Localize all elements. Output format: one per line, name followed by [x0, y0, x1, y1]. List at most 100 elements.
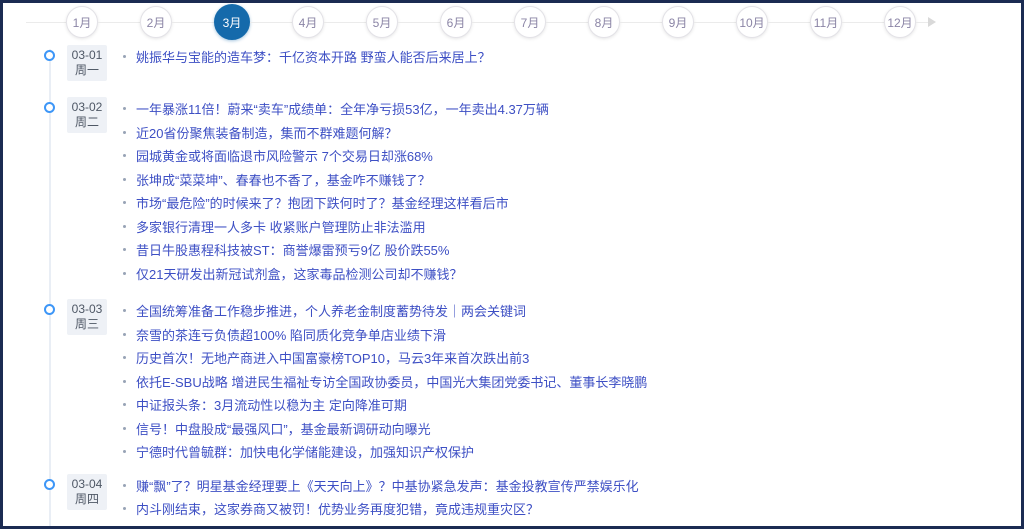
bullet-dot-icon: [123, 225, 126, 228]
headline-row: 依托E-SBU战略 增进民生福祉专访全国政协委员，中国光大集团党委书记、董事长李…: [123, 370, 647, 394]
news-headline-link[interactable]: 市场“最危险”的时候来了？抱团下跌何时了？基金经理这样看后市: [136, 193, 509, 212]
bullet-dot-icon: [123, 450, 126, 453]
month-tab-3-selected[interactable]: 3月: [214, 4, 250, 40]
month-tab-6[interactable]: 6月: [440, 6, 472, 38]
timeline-node-icon: [44, 102, 55, 113]
headline-row: 宁德时代曾毓群：加快电化学储能建设，加强知识产权保护: [123, 440, 647, 464]
daily-news-timeline: 03-01周一 姚振华与宝能的造车梦：千亿资本开路 野蛮人能否后来居上？ 03-02…: [3, 41, 1021, 529]
month-connector-line: [98, 22, 140, 23]
month-connector-line: [324, 22, 366, 23]
month-tab-12[interactable]: 12月: [884, 6, 916, 38]
news-headline-link[interactable]: 近20省份聚焦装备制造，集而不群难题何解？: [136, 123, 397, 142]
headline-row: 仅21天研发出新冠试剂盒，这家毒品检测公司却不赚钱？: [123, 262, 549, 286]
month-tab-10[interactable]: 10月: [736, 6, 768, 38]
weekday-label: 周三: [67, 317, 107, 332]
bullet-dot-icon: [123, 178, 126, 181]
news-headline-link[interactable]: 内斗刚结束，这家券商又被罚！优势业务再度犯错，竟成违规重灾区？: [136, 499, 539, 518]
month-connector-line: [472, 22, 514, 23]
headline-row: 园城黄金或将面临退市风险警示 7个交易日却涨68%: [123, 144, 549, 168]
headline-row: 多家银行清理一人多卡 收紧账户管理防止非法滥用: [123, 215, 549, 239]
day-group: 03-04周四赚“飘”了？明星基金经理要上《天天向上》？中基协紧急发声：基金投教…: [3, 474, 1021, 529]
weekday-label: 周二: [67, 115, 107, 130]
headline-list: 全国统筹准备工作稳步推进，个人养老金制度蓄势待发｜两会关键词奈雪的茶连亏负债超1…: [123, 299, 647, 464]
news-headline-link[interactable]: 宁德时代曾毓群：加快电化学储能建设，加强知识产权保护: [136, 442, 474, 461]
news-headline-link[interactable]: 中证报头条：3月流动性以稳为主 定向降准可期: [136, 395, 407, 414]
month-tab-2[interactable]: 2月: [140, 6, 172, 38]
bullet-dot-icon: [123, 248, 126, 251]
headline-row: 奈雪的茶连亏负债超100% 陷同质化竞争单店业绩下滑: [123, 323, 647, 347]
news-headline-link[interactable]: 赚“飘”了？明星基金经理要上《天天向上》？中基协紧急发声：基金投教宣传严禁娱乐化: [136, 476, 639, 495]
news-headline-link[interactable]: 园城黄金或将面临退市风险警示 7个交易日却涨68%: [136, 146, 433, 165]
news-headline-link[interactable]: 多家银行清理一人多卡 收紧账户管理防止非法滥用: [136, 217, 426, 236]
month-connector-line: [250, 22, 292, 23]
news-headline-link[interactable]: 张坤成“菜菜坤”、春春也不香了，基金咋不赚钱了？: [136, 170, 431, 189]
headline-row: 信号！中盘股成“最强风口”，基金最新调研动向曝光: [123, 417, 647, 441]
bullet-dot-icon: [123, 272, 126, 275]
bullet-dot-icon: [123, 55, 126, 58]
bullet-dot-icon: [123, 333, 126, 336]
headline-row: 市场资金面整体平稳 机构关注两会政策动向与行业配置机会: [123, 521, 639, 529]
headline-row: 中证报头条：3月流动性以稳为主 定向降准可期: [123, 393, 647, 417]
headline-row: 市场“最危险”的时候来了？抱团下跌何时了？基金经理这样看后市: [123, 191, 549, 215]
date-badge: 03-03周三: [67, 299, 107, 335]
news-headline-link[interactable]: 姚振华与宝能的造车梦：千亿资本开路 野蛮人能否后来居上？: [136, 47, 491, 66]
date-badge: 03-02周二: [67, 97, 107, 133]
date-badge: 03-01周一: [67, 45, 107, 81]
day-groups: 03-01周一 姚振华与宝能的造车梦：千亿资本开路 野蛮人能否后来居上？ 03-02…: [3, 45, 1021, 529]
news-headline-link[interactable]: 历史首次！无地产商进入中国富豪榜TOP10，马云3年来首次跌出前3: [136, 348, 529, 367]
date-label: 03-03: [67, 302, 107, 317]
day-group: 03-02周二一年暴涨11倍！蔚来“卖车”成绩单：全年净亏损53亿，一年卖出4.…: [3, 97, 1021, 285]
bullet-dot-icon: [123, 154, 126, 157]
headline-row: 赚“飘”了？明星基金经理要上《天天向上》？中基协紧急发声：基金投教宣传严禁娱乐化: [123, 474, 639, 498]
headline-row: 张坤成“菜菜坤”、春春也不香了，基金咋不赚钱了？: [123, 168, 549, 192]
headline-row: 一年暴涨11倍！蔚来“卖车”成绩单：全年净亏损53亿，一年卖出4.37万辆: [123, 97, 549, 121]
weekday-label: 周四: [67, 492, 107, 507]
headline-list: 姚振华与宝能的造车梦：千亿资本开路 野蛮人能否后来居上？: [123, 45, 491, 69]
date-badge: 03-04周四: [67, 474, 107, 510]
news-headline-link[interactable]: 奈雪的茶连亏负债超100% 陷同质化竞争单店业绩下滑: [136, 325, 446, 344]
headline-list: 赚“飘”了？明星基金经理要上《天天向上》？中基协紧急发声：基金投教宣传严禁娱乐化…: [123, 474, 639, 529]
month-timeline: 1月 2月 3月 4月 5月 6月 7月 8月 9月 10月 11月 12月: [3, 3, 1021, 41]
bullet-dot-icon: [123, 507, 126, 510]
timeline-right-arrow-icon: [928, 17, 936, 27]
news-headline-link[interactable]: 市场资金面整体平稳 机构关注两会政策动向与行业配置机会: [136, 523, 478, 529]
bullet-dot-icon: [123, 107, 126, 110]
month-connector-line: [694, 22, 736, 23]
month-tab-11[interactable]: 11月: [810, 6, 842, 38]
bullet-dot-icon: [123, 427, 126, 430]
headline-row: 近20省份聚焦装备制造，集而不群难题何解？: [123, 121, 549, 145]
news-headline-link[interactable]: 仅21天研发出新冠试剂盒，这家毒品检测公司却不赚钱？: [136, 264, 462, 283]
day-group: 03-03周三全国统筹准备工作稳步推进，个人养老金制度蓄势待发｜两会关键词奈雪的…: [3, 299, 1021, 464]
news-headline-link[interactable]: 一年暴涨11倍！蔚来“卖车”成绩单：全年净亏损53亿，一年卖出4.37万辆: [136, 99, 549, 118]
month-connector-line: [842, 22, 884, 23]
month-tab-1[interactable]: 1月: [66, 6, 98, 38]
month-tab-7[interactable]: 7月: [514, 6, 546, 38]
month-tab-4[interactable]: 4月: [292, 6, 324, 38]
month-connector-line: [620, 22, 662, 23]
news-headline-link[interactable]: 全国统筹准备工作稳步推进，个人养老金制度蓄势待发｜两会关键词: [136, 301, 526, 320]
headline-list: 一年暴涨11倍！蔚来“卖车”成绩单：全年净亏损53亿，一年卖出4.37万辆近20…: [123, 97, 549, 285]
bullet-dot-icon: [123, 484, 126, 487]
month-connector-line: [546, 22, 588, 23]
bullet-dot-icon: [123, 309, 126, 312]
timeline-node-icon: [44, 479, 55, 490]
headline-row: 姚振华与宝能的造车梦：千亿资本开路 野蛮人能否后来居上？: [123, 45, 491, 69]
headline-row: 历史首次！无地产商进入中国富豪榜TOP10，马云3年来首次跌出前3: [123, 346, 647, 370]
month-tab-8[interactable]: 8月: [588, 6, 620, 38]
month-connector-line: [398, 22, 440, 23]
news-headline-link[interactable]: 依托E-SBU战略 增进民生福祉专访全国政协委员，中国光大集团党委书记、董事长李…: [136, 372, 647, 391]
month-connector-line: [172, 22, 214, 23]
headline-row: 昔日牛股惠程科技被ST：商誉爆雷预亏9亿 股价跌55%: [123, 238, 549, 262]
timeline-node-icon: [44, 304, 55, 315]
month-tab-5[interactable]: 5月: [366, 6, 398, 38]
bullet-dot-icon: [123, 356, 126, 359]
month-connector-line: [26, 22, 66, 23]
month-connector-line: [768, 22, 810, 23]
month-connector-line: [916, 22, 928, 23]
headline-row: 内斗刚结束，这家券商又被罚！优势业务再度犯错，竟成违规重灾区？: [123, 497, 639, 521]
news-timeline-page: 1月 2月 3月 4月 5月 6月 7月 8月 9月 10月 11月 12月 03-01周一 姚振华与宝…: [0, 0, 1024, 529]
bullet-dot-icon: [123, 403, 126, 406]
news-headline-link[interactable]: 信号！中盘股成“最强风口”，基金最新调研动向曝光: [136, 419, 431, 438]
news-headline-link[interactable]: 昔日牛股惠程科技被ST：商誉爆雷预亏9亿 股价跌55%: [136, 240, 449, 259]
month-tab-9[interactable]: 9月: [662, 6, 694, 38]
